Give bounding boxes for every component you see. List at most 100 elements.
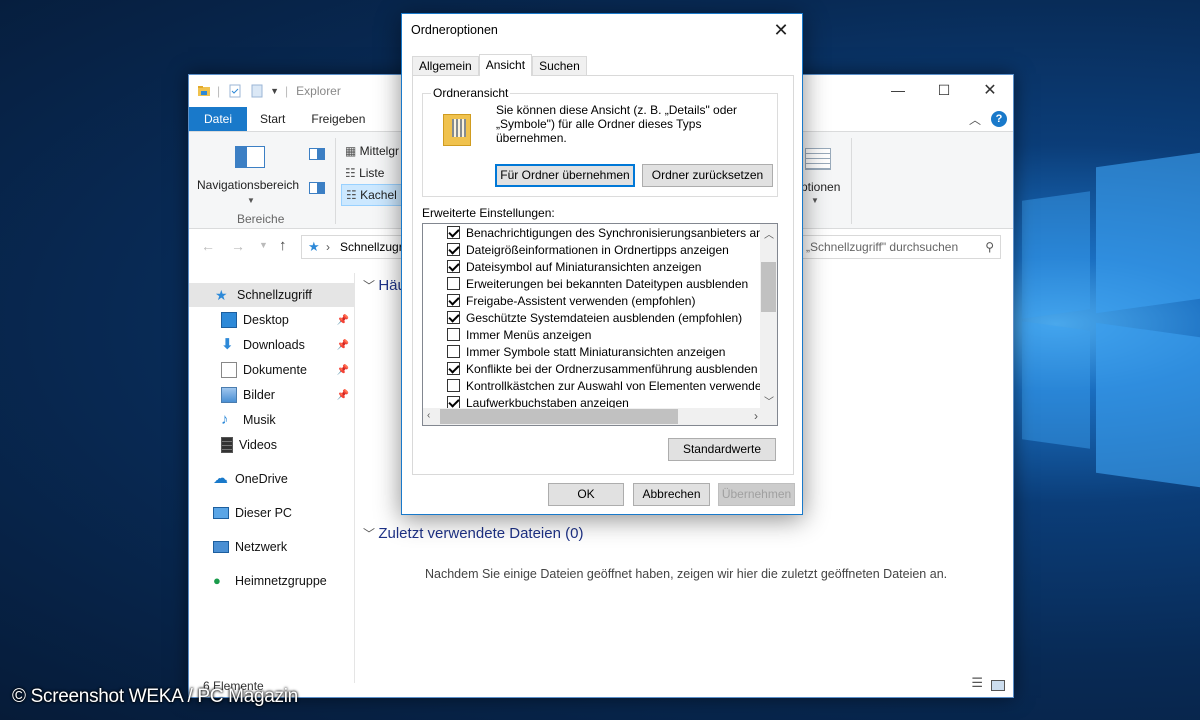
scroll-right-icon[interactable]: › [754,409,758,423]
horizontal-scrollbar[interactable]: ‹ › [423,408,762,425]
tab-freigeben[interactable]: Freigeben [298,107,378,131]
sidebar-item-heimnetzgruppe[interactable]: ● Heimnetzgruppe [189,569,355,593]
minimize-button[interactable]: — [875,75,921,105]
search-input[interactable]: „Schnellzugriff" durchsuchen ⚲ [801,235,1001,259]
option-always-show-menus[interactable]: Immer Menüs anzeigen [447,326,591,343]
large-icons-view-icon[interactable] [991,680,1005,691]
breadcrumb-separator: › [326,240,330,254]
checkbox[interactable] [447,379,460,392]
maximize-button[interactable]: ☐ [921,75,967,105]
search-placeholder: „Schnellzugriff" durchsuchen [806,240,959,254]
tab-suchen[interactable]: Suchen [532,56,587,76]
sidebar-item-musik[interactable]: ♪ Musik [189,408,355,432]
ok-button[interactable]: OK [548,483,624,506]
sidebar-item-schnellzugriff[interactable]: ★ Schnellzugriff [189,283,355,307]
option-sharing-wizard[interactable]: Freigabe-Assistent verwenden (empfohlen) [447,292,695,309]
scroll-up-icon[interactable]: ︿ [764,226,774,241]
cancel-button[interactable]: Abbrechen [633,483,710,506]
checkbox[interactable] [447,243,460,256]
cloud-icon: ☁ [213,470,228,487]
checkbox[interactable] [447,362,460,375]
pin-icon[interactable]: 📌 [337,340,349,351]
apply-to-folders-button[interactable]: Für Ordner übernehmen [495,164,635,187]
tab-allgemein[interactable]: Allgemein [412,56,479,76]
checkbox[interactable] [447,277,460,290]
vertical-scroll-thumb[interactable] [761,262,776,312]
checkbox[interactable] [447,260,460,273]
option-file-size-info[interactable]: Dateigrößeinformationen in Ordnertipps a… [447,241,729,258]
video-icon [221,437,233,453]
checkbox[interactable] [447,345,460,358]
scroll-down-icon[interactable]: ﹀ [764,393,774,408]
checkbox[interactable] [447,226,460,239]
option-file-icon-thumbnails[interactable]: Dateisymbol auf Miniaturansichten anzeig… [447,258,701,275]
horizontal-scroll-thumb[interactable] [440,409,678,424]
chevron-down-icon: ▼ [247,196,255,205]
reset-folders-button[interactable]: Ordner zurücksetzen [642,164,773,187]
sidebar-item-label: OneDrive [235,472,288,486]
tab-start[interactable]: Start [247,107,298,131]
tab-ansicht[interactable]: Ansicht [478,54,533,76]
windows-logo-pane [1096,322,1200,488]
up-arrow-icon[interactable]: ↑ [279,237,287,254]
sidebar-item-label: Downloads [243,338,305,352]
layout-list[interactable]: ☷ Liste [345,166,384,180]
details-pane-icon[interactable] [309,182,325,194]
checkbox[interactable] [447,328,460,341]
sidebar-item-dieser-pc[interactable]: Dieser PC [189,501,355,525]
back-arrow-icon[interactable]: ← [201,238,215,254]
forward-arrow-icon[interactable]: → [231,238,245,254]
sidebar-item-bilder[interactable]: Bilder 📌 [189,383,355,407]
sidebar-item-onedrive[interactable]: ☁ OneDrive [189,467,355,491]
close-button[interactable]: ✕ [967,75,1013,105]
option-label: Freigabe-Assistent verwenden (empfohlen) [466,293,696,308]
vertical-scrollbar[interactable]: ︿ ﹀ [760,224,777,410]
options-icon[interactable] [805,148,831,170]
collapse-ribbon-icon[interactable]: ︿ [969,111,981,128]
option-item-checkboxes[interactable]: Kontrollkästchen zur Auswahl von Element… [447,377,768,394]
sidebar-item-downloads[interactable]: ⬇ Downloads 📌 [189,333,355,357]
option-label: Dateisymbol auf Miniaturansichten anzeig… [466,259,702,274]
sidebar-item-dokumente[interactable]: Dokumente 📌 [189,358,355,382]
sidebar-item-label: Bilder [243,388,275,402]
recent-files-header[interactable]: ﹀ Zuletzt verwendete Dateien (0) [363,525,583,542]
option-hide-extensions[interactable]: Erweiterungen bei bekannten Dateitypen a… [447,275,748,292]
defaults-button[interactable]: Standardwerte [668,438,776,461]
layout-medium-icons[interactable]: ▦ Mittelgr [345,144,399,158]
windows-logo-pane [1096,152,1200,314]
scroll-corner [760,408,777,425]
option-hide-system-files[interactable]: Geschützte Systemdateien ausblenden (emp… [447,309,742,326]
scroll-left-icon[interactable]: ‹ [427,410,430,421]
new-folder-icon[interactable] [250,84,264,98]
tab-datei[interactable]: Datei [189,107,248,131]
details-view-icon[interactable]: ☰ [971,675,983,691]
sidebar-item-netzwerk[interactable]: Netzwerk [189,535,355,559]
checkbox[interactable] [447,294,460,307]
pin-icon[interactable]: 📌 [337,315,349,326]
pin-icon[interactable]: 📌 [337,390,349,401]
preview-pane-icon[interactable] [309,148,325,160]
music-icon: ♪ [221,411,229,428]
properties-icon[interactable] [228,84,242,98]
layout-tiles[interactable]: ☷ Kachel [341,184,402,206]
option-sync-notifications[interactable]: Benachrichtigungen des Synchronisierungs… [447,224,777,241]
windows-logo-pane [1022,321,1090,449]
help-icon[interactable]: ? [991,111,1007,127]
recent-locations-icon[interactable]: ▼ [259,240,268,250]
sidebar-item-videos[interactable]: Videos [189,433,355,457]
grid-icon: ▦ [345,144,360,158]
quick-access-dropdown-icon[interactable]: ▼ [270,86,279,96]
navigation-pane-button[interactable]: Navigationsbereich [197,178,299,192]
advanced-settings-list[interactable]: Benachrichtigungen des Synchronisierungs… [422,223,778,426]
checkbox[interactable] [447,311,460,324]
navigation-pane-icon[interactable] [235,146,265,168]
option-icons-not-thumbnails[interactable]: Immer Symbole statt Miniaturansichten an… [447,343,725,360]
apply-button[interactable]: Übernehmen [718,483,795,506]
options-button[interactable]: ptionen [801,180,840,194]
option-hide-merge-conflicts[interactable]: Konflikte bei der Ordnerzusammenführung … [447,360,758,377]
pin-icon[interactable]: 📌 [337,365,349,376]
close-icon[interactable]: ✕ [766,18,796,42]
windows-logo-pane [1022,191,1090,319]
sidebar-item-desktop[interactable]: Desktop 📌 [189,308,355,332]
frequent-folders-header[interactable]: ﹀ Häu [363,277,406,294]
